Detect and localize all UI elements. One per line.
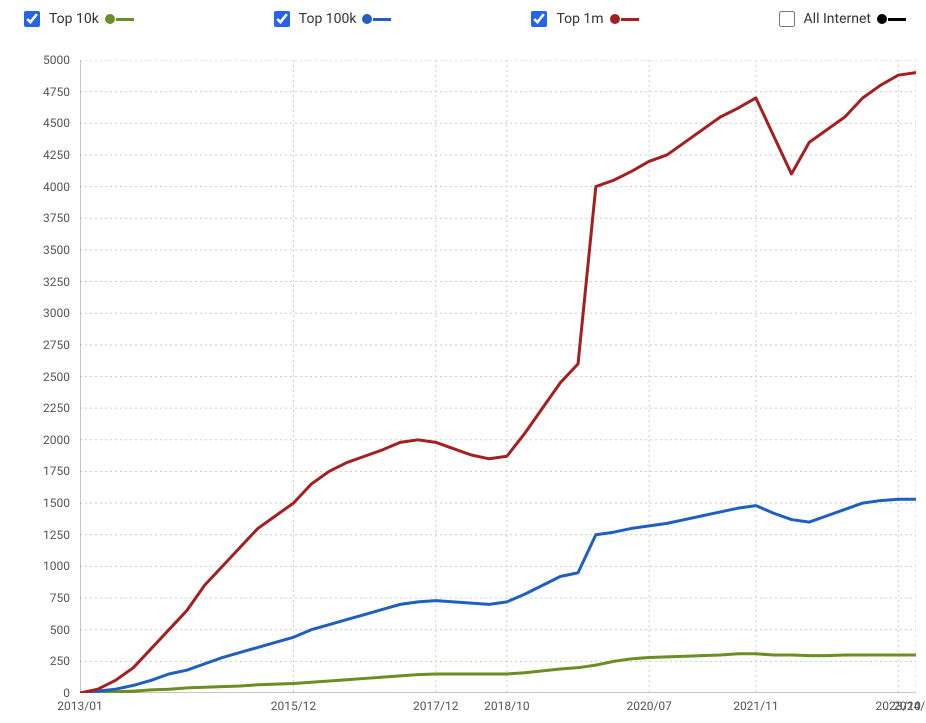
y-tick-label: 500 xyxy=(10,623,70,637)
y-tick-label: 4000 xyxy=(10,180,70,194)
series-line xyxy=(80,499,916,693)
series-line xyxy=(80,654,916,693)
y-axis: 0 250 500 750 1000 1250 1500 1750 2000 2250 2500 27… xyxy=(0,40,80,723)
circle-icon xyxy=(610,14,620,24)
y-tick-label: 1250 xyxy=(10,528,70,542)
y-tick-label: 3500 xyxy=(10,243,70,257)
legend-label: All Internet xyxy=(804,11,871,27)
x-tick-label: 2020/07 xyxy=(626,699,671,713)
x-tick-label: 2017/12 xyxy=(413,699,458,713)
legend-swatch xyxy=(362,14,391,24)
y-tick-label: 1500 xyxy=(10,496,70,510)
y-tick-label: 3250 xyxy=(10,275,70,289)
y-tick-label: 4750 xyxy=(10,85,70,99)
x-tick-label: 2024/01 xyxy=(893,699,926,713)
legend: Top 10k Top 100k Top 1m All Interne xyxy=(0,0,926,34)
legend-label: Top 10k xyxy=(49,11,99,27)
y-tick-label: 1000 xyxy=(10,559,70,573)
legend-checkbox-top100k[interactable] xyxy=(274,11,290,27)
chart-container: Top 10k Top 100k Top 1m All Interne xyxy=(0,0,926,723)
circle-icon xyxy=(362,14,372,24)
legend-checkbox-allinternet[interactable] xyxy=(779,11,795,27)
y-tick-label: 3000 xyxy=(10,306,70,320)
x-tick-label: 2013/01 xyxy=(57,699,102,713)
plot-region xyxy=(80,60,916,693)
y-tick-label: 2750 xyxy=(10,338,70,352)
y-tick-label: 2250 xyxy=(10,401,70,415)
legend-item-top10k[interactable]: Top 10k xyxy=(20,8,134,30)
plot-svg xyxy=(80,60,916,693)
legend-label: Top 1m xyxy=(556,11,603,27)
x-tick-label: 2018/10 xyxy=(484,699,529,713)
y-tick-label: 0 xyxy=(10,686,70,700)
legend-label: Top 100k xyxy=(299,11,357,27)
y-tick-label: 4250 xyxy=(10,148,70,162)
line-icon xyxy=(116,18,134,21)
y-tick-label: 250 xyxy=(10,654,70,668)
x-tick-label: 2015/12 xyxy=(271,699,316,713)
legend-item-top100k[interactable]: Top 100k xyxy=(270,8,392,30)
y-tick-label: 3750 xyxy=(10,211,70,225)
y-tick-label: 750 xyxy=(10,591,70,605)
y-tick-label: 4500 xyxy=(10,116,70,130)
chart-area: 0 250 500 750 1000 1250 1500 1750 2000 2250 2500 27… xyxy=(0,40,926,723)
legend-swatch xyxy=(610,14,639,24)
line-icon xyxy=(621,18,639,21)
series-line xyxy=(80,73,916,693)
line-icon xyxy=(888,18,906,21)
y-tick-label: 1750 xyxy=(10,464,70,478)
line-icon xyxy=(373,18,391,21)
legend-swatch xyxy=(877,14,906,24)
y-tick-label: 2500 xyxy=(10,370,70,384)
x-tick-label: 2021/11 xyxy=(733,699,778,713)
legend-item-allinternet[interactable]: All Internet xyxy=(775,8,906,30)
y-tick-label: 5000 xyxy=(10,53,70,67)
legend-checkbox-top1m[interactable] xyxy=(531,11,547,27)
x-axis: 2013/012015/122017/122018/102020/072021/… xyxy=(80,693,916,723)
circle-icon xyxy=(105,14,115,24)
circle-icon xyxy=(877,14,887,24)
legend-swatch xyxy=(105,14,134,24)
legend-checkbox-top10k[interactable] xyxy=(24,11,40,27)
y-tick-label: 2000 xyxy=(10,433,70,447)
legend-item-top1m[interactable]: Top 1m xyxy=(527,8,638,30)
